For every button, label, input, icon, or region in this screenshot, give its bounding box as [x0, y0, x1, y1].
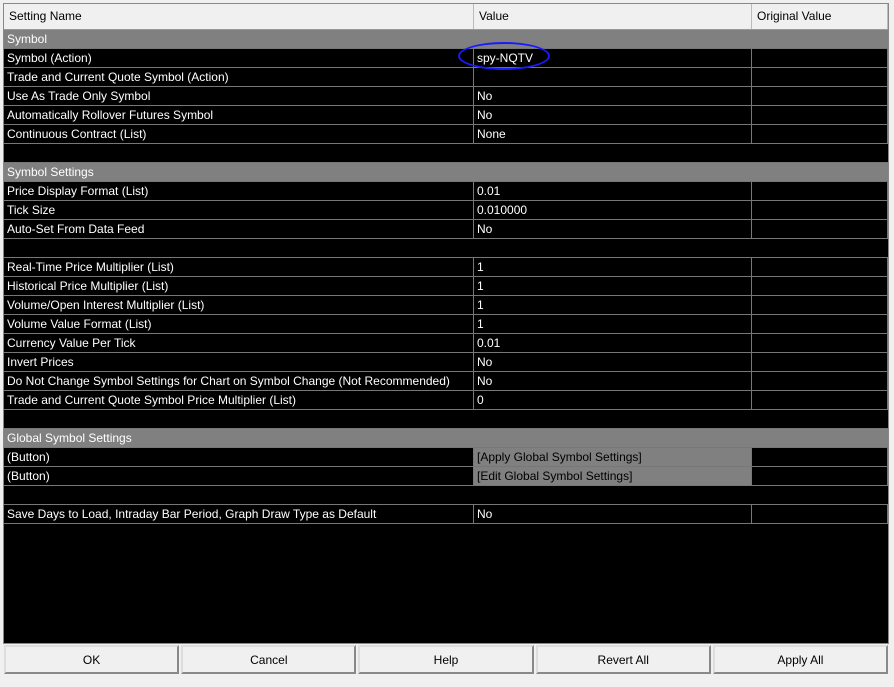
original-value: [752, 467, 888, 485]
original-value: [752, 68, 888, 86]
original-value: [752, 125, 888, 143]
setting-name: Save Days to Load, Intraday Bar Period, …: [4, 505, 474, 523]
setting-row[interactable]: Historical Price Multiplier (List) 1: [4, 277, 888, 296]
grid-header: Setting Name Value Original Value: [4, 4, 888, 30]
original-value: [752, 448, 888, 466]
setting-name: Volume Value Format (List): [4, 315, 474, 333]
setting-name: Price Display Format (List): [4, 182, 474, 200]
setting-button[interactable]: [Edit Global Symbol Settings]: [474, 467, 752, 485]
original-value: [752, 277, 888, 295]
original-value: [752, 201, 888, 219]
setting-name: Use As Trade Only Symbol: [4, 87, 474, 105]
original-value: [752, 372, 888, 390]
setting-name: Continuous Contract (List): [4, 125, 474, 143]
column-header-value[interactable]: Value: [474, 4, 752, 29]
setting-name: Automatically Rollover Futures Symbol: [4, 106, 474, 124]
group-header[interactable]: Symbol: [4, 30, 888, 49]
original-value: [752, 87, 888, 105]
original-value: [752, 353, 888, 371]
original-value: [752, 49, 888, 67]
ok-button[interactable]: OK: [4, 645, 180, 674]
cancel-button[interactable]: Cancel: [181, 645, 357, 674]
setting-value[interactable]: 0.01: [474, 334, 752, 352]
column-header-original-value[interactable]: Original Value: [752, 4, 888, 29]
setting-button[interactable]: [Apply Global Symbol Settings]: [474, 448, 752, 466]
setting-name: Do Not Change Symbol Settings for Chart …: [4, 372, 474, 390]
hand-drawn-annotation-circle: [458, 42, 550, 70]
dialog-buttons: OK Cancel Help Revert All Apply All: [3, 645, 889, 674]
setting-value[interactable]: No: [474, 220, 752, 238]
setting-value[interactable]: 0.01: [474, 182, 752, 200]
setting-row[interactable]: (Button) [Edit Global Symbol Settings]: [4, 467, 888, 486]
settings-rows: Symbol Symbol (Action) spy-NQTV Trade and C…: [4, 30, 888, 524]
original-value: [752, 391, 888, 409]
setting-row[interactable]: Real-Time Price Multiplier (List) 1: [4, 258, 888, 277]
original-value: [752, 296, 888, 314]
setting-value[interactable]: 1: [474, 315, 752, 333]
setting-name: Trade and Current Quote Symbol Price Mul…: [4, 391, 474, 409]
setting-row[interactable]: Automatically Rollover Futures Symbol No: [4, 106, 888, 125]
setting-row[interactable]: Currency Value Per Tick 0.01: [4, 334, 888, 353]
setting-row[interactable]: Trade and Current Quote Symbol (Action): [4, 68, 888, 87]
setting-row[interactable]: Price Display Format (List) 0.01: [4, 182, 888, 201]
original-value: [752, 315, 888, 333]
setting-value[interactable]: None: [474, 125, 752, 143]
setting-value[interactable]: No: [474, 87, 752, 105]
setting-row[interactable]: Tick Size 0.010000: [4, 201, 888, 220]
original-value: [752, 334, 888, 352]
setting-row[interactable]: Volume Value Format (List) 1: [4, 315, 888, 334]
blank-row: [4, 410, 888, 429]
blank-row: [4, 239, 888, 258]
setting-row[interactable]: Trade and Current Quote Symbol Price Mul…: [4, 391, 888, 410]
setting-name: (Button): [4, 448, 474, 466]
blank-row: [4, 486, 888, 505]
setting-name: Tick Size: [4, 201, 474, 219]
column-header-setting-name[interactable]: Setting Name: [4, 4, 474, 29]
setting-value[interactable]: No: [474, 505, 752, 523]
setting-name: Auto-Set From Data Feed: [4, 220, 474, 238]
setting-value[interactable]: 1: [474, 258, 752, 276]
setting-row[interactable]: Invert Prices No: [4, 353, 888, 372]
original-value: [752, 106, 888, 124]
setting-row[interactable]: Continuous Contract (List) None: [4, 125, 888, 144]
setting-row[interactable]: Do Not Change Symbol Settings for Chart …: [4, 372, 888, 391]
setting-value[interactable]: No: [474, 372, 752, 390]
setting-name: Trade and Current Quote Symbol (Action): [4, 68, 474, 86]
setting-name: Volume/Open Interest Multiplier (List): [4, 296, 474, 314]
original-value: [752, 258, 888, 276]
revert-all-button[interactable]: Revert All: [535, 645, 711, 674]
setting-value[interactable]: 0.010000: [474, 201, 752, 219]
group-header[interactable]: Global Symbol Settings: [4, 429, 888, 448]
setting-value[interactable]: No: [474, 353, 752, 371]
setting-value[interactable]: No: [474, 106, 752, 124]
setting-name: Historical Price Multiplier (List): [4, 277, 474, 295]
setting-row[interactable]: (Button) [Apply Global Symbol Settings]: [4, 448, 888, 467]
setting-name: (Button): [4, 467, 474, 485]
setting-row[interactable]: Volume/Open Interest Multiplier (List) 1: [4, 296, 888, 315]
original-value: [752, 505, 888, 523]
setting-row[interactable]: Symbol (Action) spy-NQTV: [4, 49, 888, 68]
setting-name: Currency Value Per Tick: [4, 334, 474, 352]
setting-row[interactable]: Use As Trade Only Symbol No: [4, 87, 888, 106]
help-button[interactable]: Help: [358, 645, 534, 674]
setting-name: Real-Time Price Multiplier (List): [4, 258, 474, 276]
setting-row[interactable]: Save Days to Load, Intraday Bar Period, …: [4, 505, 888, 524]
setting-value[interactable]: 1: [474, 296, 752, 314]
blank-row: [4, 144, 888, 163]
setting-name: Symbol (Action): [4, 49, 474, 67]
group-header[interactable]: Symbol Settings: [4, 163, 888, 182]
original-value: [752, 220, 888, 238]
setting-value[interactable]: 1: [474, 277, 752, 295]
setting-value[interactable]: [474, 68, 752, 86]
setting-row[interactable]: Auto-Set From Data Feed No: [4, 220, 888, 239]
setting-value[interactable]: 0: [474, 391, 752, 409]
settings-grid: Setting Name Value Original Value Symbol…: [3, 3, 889, 644]
apply-all-button[interactable]: Apply All: [712, 645, 889, 674]
setting-name: Invert Prices: [4, 353, 474, 371]
original-value: [752, 182, 888, 200]
